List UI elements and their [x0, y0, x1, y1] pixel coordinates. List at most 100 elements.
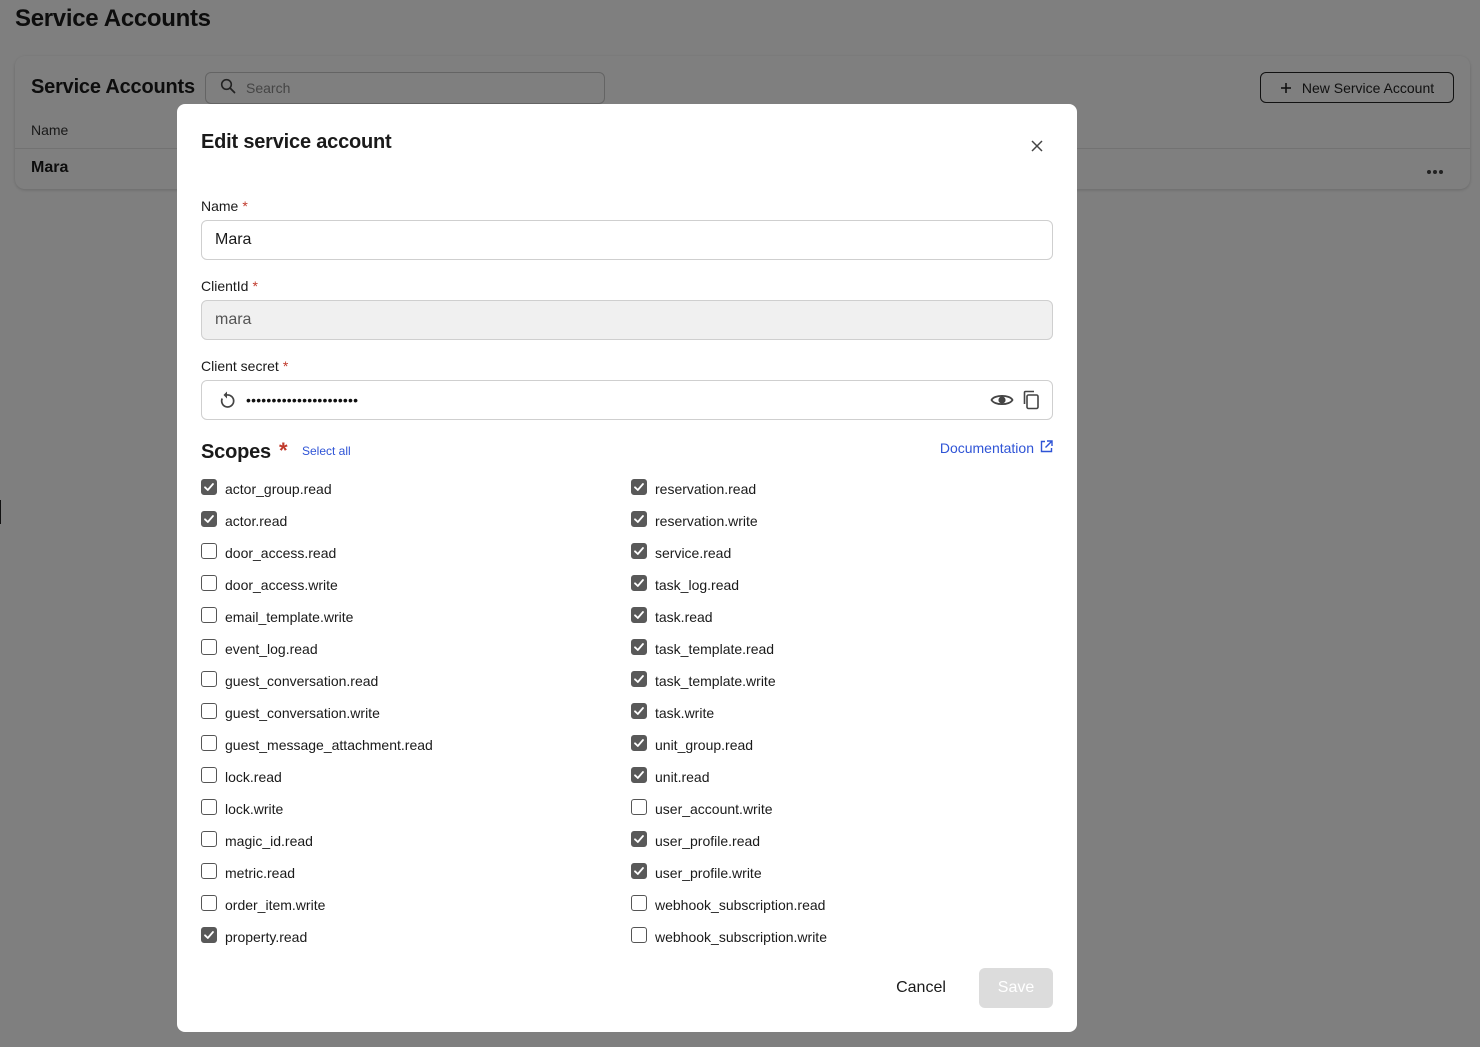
scopes-column-left: actor_group.read actor.read door_access.re…	[201, 473, 433, 953]
checkbox[interactable]	[201, 894, 217, 911]
check-icon	[634, 514, 644, 523]
checkbox[interactable]	[631, 862, 647, 879]
checkbox[interactable]	[201, 542, 217, 559]
checkbox[interactable]	[201, 734, 217, 751]
scope-checkbox-item[interactable]: webhook_subscription.read	[631, 889, 827, 921]
scope-checkbox-item[interactable]: task_template.write	[631, 665, 827, 697]
client-id-value: mara	[215, 311, 252, 328]
checkbox[interactable]	[631, 638, 647, 655]
scope-checkbox-item[interactable]: metric.read	[201, 857, 433, 889]
scope-checkbox-item[interactable]: lock.read	[201, 761, 433, 793]
scope-label: actor.read	[225, 513, 288, 529]
checkbox[interactable]	[631, 702, 647, 719]
scope-checkbox-item[interactable]: guest_conversation.write	[201, 697, 433, 729]
check-icon	[634, 546, 644, 555]
scope-checkbox-item[interactable]: task.write	[631, 697, 827, 729]
checkbox[interactable]	[201, 862, 217, 879]
name-value: Mara	[215, 231, 252, 248]
scope-checkbox-item[interactable]: unit_group.read	[631, 729, 827, 761]
checkbox[interactable]	[201, 766, 217, 783]
checkbox[interactable]	[631, 670, 647, 687]
cancel-button[interactable]: Cancel	[881, 968, 961, 1008]
checkbox[interactable]	[201, 638, 217, 655]
checkbox[interactable]	[631, 926, 647, 943]
scope-checkbox-item[interactable]: guest_conversation.read	[201, 665, 433, 697]
checkbox[interactable]	[631, 830, 647, 847]
client-secret-field[interactable]: ••••••••••••••••••••••	[201, 380, 1053, 420]
checkbox[interactable]	[631, 542, 647, 559]
copy-icon[interactable]	[1022, 390, 1040, 410]
save-button[interactable]: Save	[979, 968, 1053, 1008]
scope-label: metric.read	[225, 865, 296, 881]
checkbox[interactable]	[201, 510, 217, 527]
scope-label: task.read	[655, 609, 713, 625]
scope-label: task_template.write	[655, 673, 776, 689]
checkbox[interactable]	[631, 510, 647, 527]
checkbox[interactable]	[631, 574, 647, 591]
scope-checkbox-item[interactable]: reservation.write	[631, 505, 827, 537]
checkbox[interactable]	[631, 894, 647, 911]
checkbox[interactable]	[201, 574, 217, 591]
checkbox[interactable]	[201, 798, 217, 815]
scope-checkbox-item[interactable]: service.read	[631, 537, 827, 569]
scope-checkbox-item[interactable]: property.read	[201, 921, 433, 953]
scope-checkbox-item[interactable]: order_item.write	[201, 889, 433, 921]
check-icon	[634, 482, 644, 491]
select-all-link[interactable]: Select all	[302, 444, 351, 458]
scope-checkbox-item[interactable]: actor.read	[201, 505, 433, 537]
checkbox[interactable]	[201, 670, 217, 687]
required-mark: *	[282, 358, 289, 374]
regenerate-icon[interactable]	[218, 390, 236, 410]
dialog-title: Edit service account	[201, 131, 392, 153]
checkbox[interactable]	[631, 478, 647, 495]
scope-label: task.write	[655, 705, 715, 721]
scope-checkbox-item[interactable]: reservation.read	[631, 473, 827, 505]
scope-checkbox-item[interactable]: magic_id.read	[201, 825, 433, 857]
scope-checkbox-item[interactable]: door_access.write	[201, 569, 433, 601]
scope-checkbox-item[interactable]: task_template.read	[631, 633, 827, 665]
check-icon	[634, 770, 644, 779]
scope-checkbox-item[interactable]: task_log.read	[631, 569, 827, 601]
close-icon[interactable]	[1025, 134, 1049, 158]
check-icon	[634, 866, 644, 875]
scope-label: webhook_subscription.write	[655, 929, 827, 945]
checkbox[interactable]	[201, 478, 217, 495]
client-id-field: mara	[201, 300, 1053, 340]
scope-checkbox-item[interactable]: user_profile.write	[631, 857, 827, 889]
scope-checkbox-item[interactable]: email_template.write	[201, 601, 433, 633]
name-field[interactable]: Mara	[201, 220, 1053, 260]
scope-checkbox-item[interactable]: user_account.write	[631, 793, 827, 825]
scope-label: user_profile.write	[655, 865, 762, 881]
scope-checkbox-item[interactable]: webhook_subscription.write	[631, 921, 827, 953]
documentation-link[interactable]: Documentation	[940, 440, 1053, 456]
scope-checkbox-item[interactable]: door_access.read	[201, 537, 433, 569]
checkbox[interactable]	[631, 734, 647, 751]
name-label-text: Name	[201, 198, 239, 214]
scope-label: guest_conversation.write	[225, 705, 380, 721]
required-mark: *	[252, 278, 258, 294]
scope-checkbox-item[interactable]: event_log.read	[201, 633, 433, 665]
check-icon	[634, 738, 644, 747]
checkbox[interactable]	[201, 830, 217, 847]
checkbox[interactable]	[201, 606, 217, 623]
checkbox[interactable]	[631, 606, 647, 623]
scope-label: reservation.write	[655, 513, 758, 529]
scope-label: lock.read	[225, 769, 282, 785]
scope-label: reservation.read	[655, 481, 757, 497]
scope-label: unit.read	[655, 769, 710, 785]
checkbox[interactable]	[631, 766, 647, 783]
client-secret-label-text: Client secret	[201, 358, 279, 374]
scope-checkbox-item[interactable]: guest_message_attachment.read	[201, 729, 433, 761]
check-icon	[634, 834, 644, 843]
scope-checkbox-item[interactable]: user_profile.read	[631, 825, 827, 857]
checkbox[interactable]	[201, 926, 217, 943]
scope-checkbox-item[interactable]: task.read	[631, 601, 827, 633]
eye-icon[interactable]	[990, 392, 1014, 408]
client-id-label: ClientId *	[201, 278, 258, 294]
checkbox[interactable]	[201, 702, 217, 719]
checkbox[interactable]	[631, 798, 647, 815]
scope-checkbox-item[interactable]: lock.write	[201, 793, 433, 825]
check-icon	[634, 706, 644, 715]
scope-checkbox-item[interactable]: unit.read	[631, 761, 827, 793]
scope-checkbox-item[interactable]: actor_group.read	[201, 473, 433, 505]
